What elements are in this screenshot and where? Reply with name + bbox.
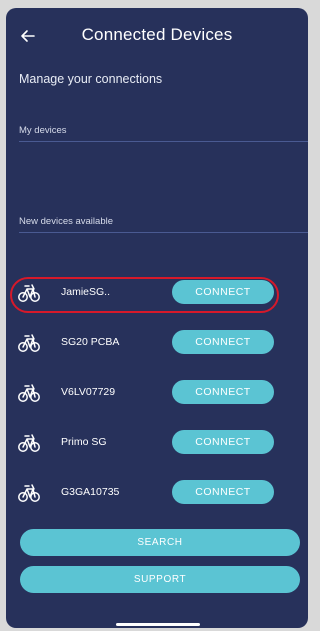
search-button[interactable]: SEARCH xyxy=(20,529,300,556)
connect-button[interactable]: CONNECT xyxy=(172,280,274,304)
device-row: Primo SG CONNECT xyxy=(6,426,308,460)
device-name: JamieSG.. xyxy=(61,286,111,298)
device-name: G3GA10735 xyxy=(61,486,120,498)
divider xyxy=(19,232,308,233)
my-devices-label: My devices xyxy=(19,125,67,136)
bicycle-icon xyxy=(18,434,40,452)
device-row: G3GA10735 CONNECT xyxy=(6,476,308,510)
device-row: JamieSG.. CONNECT xyxy=(6,276,308,310)
device-row: V6LV07729 CONNECT xyxy=(6,376,308,410)
header: Connected Devices xyxy=(6,8,308,60)
page-title: Connected Devices xyxy=(81,25,233,44)
device-row: SG20 PCBA CONNECT xyxy=(6,326,308,360)
bicycle-icon xyxy=(18,484,40,502)
bicycle-icon xyxy=(18,384,40,402)
app-screen: Connected Devices Manage your connection… xyxy=(6,8,308,628)
connect-button[interactable]: CONNECT xyxy=(172,480,274,504)
divider xyxy=(19,141,308,142)
new-devices-label: New devices available xyxy=(19,216,113,227)
device-name: V6LV07729 xyxy=(61,386,116,398)
connect-button[interactable]: CONNECT xyxy=(172,380,274,404)
device-name: Primo SG xyxy=(61,436,107,448)
bicycle-icon xyxy=(18,284,40,302)
page-subtitle: Manage your connections xyxy=(19,72,163,86)
connect-button[interactable]: CONNECT xyxy=(172,430,274,454)
device-name: SG20 PCBA xyxy=(61,336,120,348)
bicycle-icon xyxy=(18,334,40,352)
connect-button[interactable]: CONNECT xyxy=(172,330,274,354)
home-indicator xyxy=(116,623,200,626)
support-button[interactable]: SUPPORT xyxy=(20,566,300,593)
